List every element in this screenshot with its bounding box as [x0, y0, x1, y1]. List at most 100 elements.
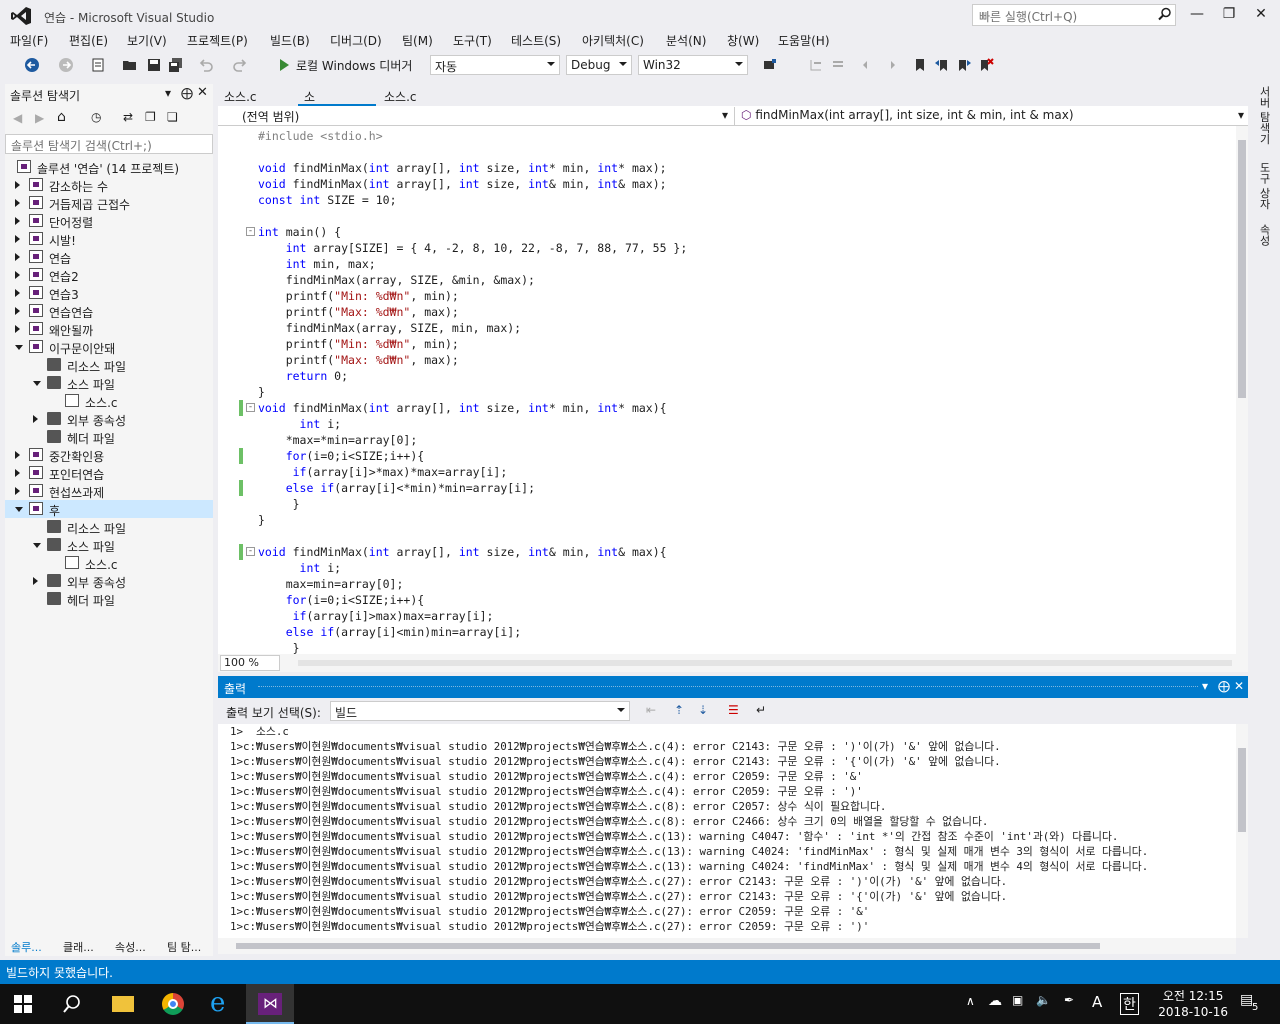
output-vertical-scrollbar[interactable] — [1236, 724, 1248, 938]
back-icon[interactable]: ◀ — [13, 111, 22, 125]
tree-item[interactable]: 헤더 파일 — [5, 590, 213, 608]
solution-explorer-search-input[interactable]: 솔루션 탐색기 검색(Ctrl+;) — [5, 134, 213, 154]
tab-team-explorer[interactable]: 팀 탐... — [167, 939, 201, 955]
attach-icon[interactable] — [762, 57, 778, 73]
expanded-arrow-icon[interactable] — [33, 543, 41, 548]
tree-item[interactable]: 소스.c — [5, 392, 213, 410]
editor-vertical-scrollbar[interactable] — [1236, 126, 1248, 654]
expanded-arrow-icon[interactable] — [33, 381, 41, 386]
panel-menu-icon[interactable]: ▾ — [165, 86, 171, 100]
tree-item[interactable]: 후 — [5, 500, 213, 518]
collapsed-arrow-icon[interactable] — [15, 253, 20, 261]
menu-debug[interactable]: 디버그(D) — [330, 32, 382, 49]
bookmark-icon[interactable] — [912, 57, 928, 73]
tree-item[interactable]: 포인터연습 — [5, 464, 213, 482]
search-icon[interactable] — [62, 994, 82, 1014]
clear-bookmarks-icon[interactable] — [978, 57, 994, 73]
output-hscroll-thumb[interactable] — [236, 943, 1100, 949]
doc-tab-1[interactable]: 소스.c — [218, 87, 263, 106]
tree-item[interactable]: 외부 종속성 — [5, 572, 213, 590]
undo-icon[interactable] — [198, 57, 214, 73]
collapse-all-icon[interactable]: ❐ — [145, 110, 156, 124]
network-icon[interactable]: ▣ — [1012, 993, 1023, 1007]
editor-scroll-thumb[interactable] — [1238, 140, 1246, 398]
new-project-icon[interactable] — [90, 57, 106, 73]
close-window-button[interactable]: ✕ — [1246, 6, 1276, 26]
tree-item[interactable]: 연습 — [5, 248, 213, 266]
next-message-icon[interactable]: ⇣ — [698, 703, 708, 717]
restore-button[interactable]: ❐ — [1214, 6, 1244, 26]
tree-item[interactable]: 중간확인용 — [5, 446, 213, 464]
pending-changes-icon[interactable]: ◷ — [91, 110, 101, 124]
korean-ime-indicator[interactable]: 한 — [1120, 993, 1139, 1015]
rail-tab-server-explorer[interactable]: 서버 탐색기 — [1256, 86, 1272, 145]
prev-bookmark-icon[interactable] — [934, 57, 950, 73]
close-icon[interactable]: ✕ — [197, 85, 208, 100]
collapsed-arrow-icon[interactable] — [15, 451, 20, 459]
tree-item[interactable]: 소스 파일 — [5, 536, 213, 554]
prev-message-icon[interactable]: ⇡ — [674, 703, 684, 717]
menu-view[interactable]: 보기(V) — [127, 32, 167, 49]
find-message-icon[interactable]: ⇤ — [646, 703, 656, 717]
collapsed-arrow-icon[interactable] — [15, 181, 20, 189]
word-wrap-icon[interactable]: ↵ — [756, 703, 766, 717]
collapsed-arrow-icon[interactable] — [15, 217, 20, 225]
platform-combo[interactable]: Win32 — [638, 55, 748, 75]
tab-solution-explorer[interactable]: 솔루... — [11, 939, 42, 955]
solution-config-combo[interactable]: 자동 — [430, 55, 560, 75]
doc-tab-3[interactable]: 소스.c — [378, 87, 423, 106]
minimize-button[interactable]: — — [1182, 6, 1212, 26]
tree-item[interactable]: 현섭쓰과제 — [5, 482, 213, 500]
pen-icon[interactable]: ✒ — [1064, 993, 1074, 1007]
start-debugging-icon[interactable] — [276, 57, 292, 73]
code-editor[interactable]: #include <stdio.h> void findMinMax(int ar… — [218, 126, 1236, 654]
forward-icon[interactable]: ▶ — [35, 111, 44, 125]
collapsed-arrow-icon[interactable] — [33, 415, 38, 423]
rail-tab-toolbox[interactable]: 도구 상자 — [1256, 162, 1272, 210]
tab-class-view[interactable]: 클래... — [63, 939, 94, 955]
home-icon[interactable]: ⌂ — [57, 109, 66, 125]
save-all-icon[interactable] — [168, 57, 184, 73]
forward-icon[interactable] — [58, 57, 74, 73]
output-horizontal-scrollbar[interactable] — [218, 938, 1236, 954]
tree-item[interactable]: 소스.c — [5, 554, 213, 572]
windows-start-icon[interactable] — [14, 995, 32, 1013]
member-combo[interactable]: ⬡ findMinMax(int array[], int size, int … — [734, 107, 1248, 125]
build-config-combo[interactable]: Debug — [566, 55, 632, 75]
search-icon[interactable] — [1158, 7, 1172, 21]
output-text[interactable]: 1> 소스.c 1>c:₩users₩이현원₩documents₩visual s… — [218, 724, 1236, 938]
menu-help[interactable]: 도움말(H) — [778, 32, 830, 49]
tree-item[interactable]: 단어정렬 — [5, 212, 213, 230]
menu-window[interactable]: 창(W) — [727, 32, 759, 49]
debugger-target-button[interactable]: 로컬 Windows 디버거 — [296, 57, 412, 74]
ime-mode-indicator[interactable]: A — [1092, 993, 1102, 1011]
rail-tab-properties[interactable]: 속성 — [1256, 224, 1272, 246]
collapsed-arrow-icon[interactable] — [15, 307, 20, 315]
expanded-arrow-icon[interactable] — [15, 507, 23, 512]
collapsed-arrow-icon[interactable] — [33, 577, 38, 585]
doc-tab-2-active[interactable]: 소스.c⊣✕ — [298, 87, 376, 121]
show-hidden-icons-icon[interactable]: ∧ — [966, 994, 975, 1008]
visual-studio-taskbar-icon[interactable]: ⋈ — [246, 984, 294, 1024]
redo-icon[interactable] — [232, 57, 248, 73]
indent-icon[interactable] — [882, 57, 898, 73]
tree-item[interactable]: 왜안될까 — [5, 320, 213, 338]
collapse-region-icon[interactable]: - — [246, 547, 255, 556]
tree-item[interactable]: 리소스 파일 — [5, 356, 213, 374]
quick-launch-input[interactable]: 빠른 실행(Ctrl+Q) — [972, 4, 1176, 26]
tree-item[interactable]: 리소스 파일 — [5, 518, 213, 536]
tree-item[interactable]: 헤더 파일 — [5, 428, 213, 446]
menu-test[interactable]: 테스트(S) — [511, 32, 561, 49]
next-bookmark-icon[interactable] — [956, 57, 972, 73]
scope-combo[interactable]: (전역 범위) ▾ — [236, 107, 732, 125]
tree-item[interactable]: 연습연습 — [5, 302, 213, 320]
collapse-region-icon[interactable]: - — [246, 403, 255, 412]
tree-item[interactable]: 연습2 — [5, 266, 213, 284]
tree-item[interactable]: 이구문이안돼 — [5, 338, 213, 356]
tab-property-manager[interactable]: 속성... — [115, 939, 146, 955]
menu-project[interactable]: 프로젝트(P) — [187, 32, 248, 49]
tree-item[interactable]: 소스 파일 — [5, 374, 213, 392]
menu-edit[interactable]: 편집(E) — [69, 32, 108, 49]
outdent-icon[interactable] — [860, 57, 876, 73]
tree-item[interactable]: 시발! — [5, 230, 213, 248]
